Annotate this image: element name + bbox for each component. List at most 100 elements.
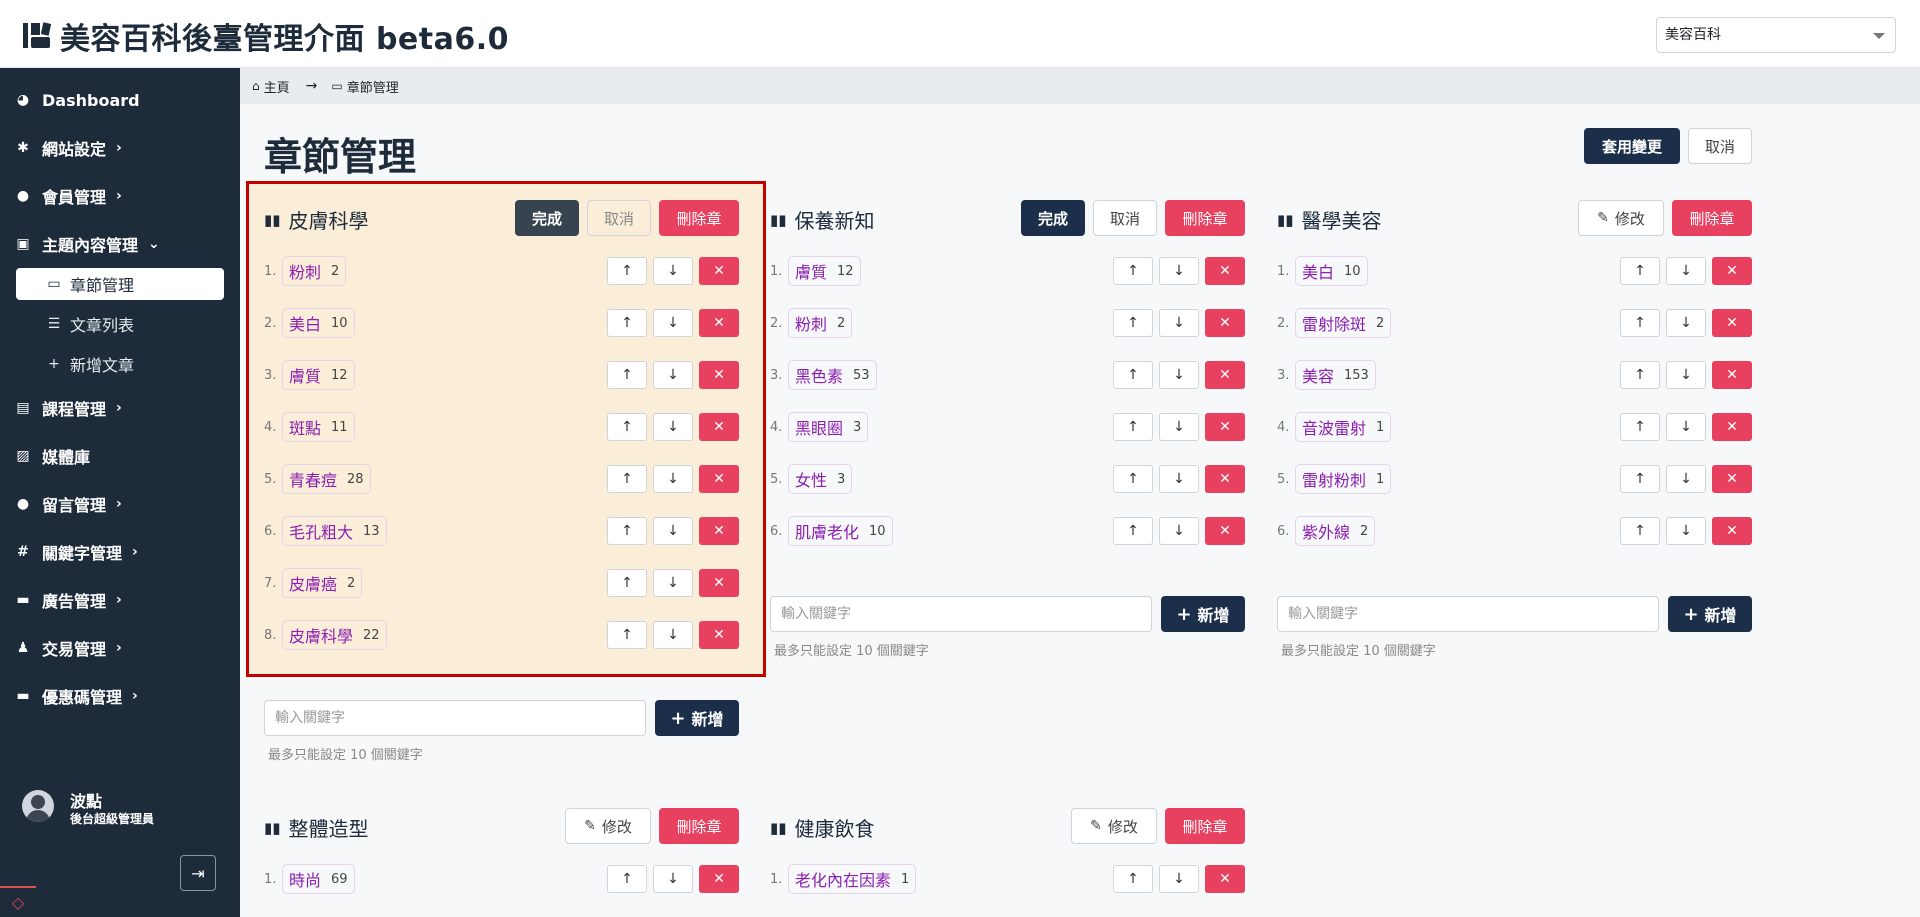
move-up-button[interactable]: ↑ (1620, 309, 1660, 337)
move-up-button[interactable]: ↑ (1620, 465, 1660, 493)
remove-keyword-button[interactable]: ✕ (1205, 865, 1245, 893)
move-down-button[interactable]: ↓ (1159, 257, 1199, 285)
keyword-tag[interactable]: 紫外線 2 (1295, 516, 1376, 546)
keyword-tag[interactable]: 皮膚癌 2 (282, 568, 363, 598)
move-up-button[interactable]: ↑ (607, 517, 647, 545)
sidebar-item-comments[interactable]: ● 留言管理 › (14, 489, 122, 519)
delete-chapter-button[interactable]: 刪除章 (659, 200, 739, 236)
edit-chapter-button[interactable]: ✎ 修改 (1071, 808, 1157, 844)
remove-keyword-button[interactable]: ✕ (699, 361, 739, 389)
remove-keyword-button[interactable]: ✕ (699, 257, 739, 285)
keyword-tag[interactable]: 美白 10 (282, 308, 355, 338)
keyword-tag[interactable]: 時尚 69 (282, 864, 355, 894)
move-down-button[interactable]: ↓ (1159, 413, 1199, 441)
keyword-tag[interactable]: 斑點 11 (282, 412, 355, 442)
cancel-changes-button[interactable]: 取消 (1688, 128, 1752, 164)
remove-keyword-button[interactable]: ✕ (1712, 309, 1752, 337)
move-up-button[interactable]: ↑ (607, 465, 647, 493)
remove-keyword-button[interactable]: ✕ (699, 621, 739, 649)
move-down-button[interactable]: ↓ (653, 621, 693, 649)
move-down-button[interactable]: ↓ (1159, 361, 1199, 389)
delete-chapter-button[interactable]: 刪除章 (1672, 200, 1752, 236)
keyword-tag[interactable]: 膚質 12 (788, 256, 861, 286)
move-down-button[interactable]: ↓ (653, 361, 693, 389)
cancel-button[interactable]: 取消 (587, 200, 651, 236)
keyword-tag[interactable]: 肌膚老化 10 (788, 516, 893, 546)
move-up-button[interactable]: ↑ (607, 309, 647, 337)
move-up-button[interactable]: ↑ (1620, 361, 1660, 389)
move-up-button[interactable]: ↑ (607, 361, 647, 389)
keyword-tag[interactable]: 音波雷射 1 (1295, 412, 1392, 442)
move-down-button[interactable]: ↓ (653, 865, 693, 893)
keyword-tag[interactable]: 皮膚科學 22 (282, 620, 387, 650)
sidebar-item-dashboard[interactable]: ◕ Dashboard (14, 85, 140, 115)
done-button[interactable]: 完成 (515, 200, 579, 236)
remove-keyword-button[interactable]: ✕ (1205, 517, 1245, 545)
move-up-button[interactable]: ↑ (1620, 517, 1660, 545)
sidebar-subitem-new-article[interactable]: + 新增文章 (16, 348, 224, 380)
cancel-button[interactable]: 取消 (1093, 200, 1157, 236)
remove-keyword-button[interactable]: ✕ (699, 413, 739, 441)
add-keyword-button[interactable]: + 新增 (655, 700, 739, 736)
remove-keyword-button[interactable]: ✕ (1205, 309, 1245, 337)
keyword-tag[interactable]: 美容 153 (1295, 360, 1376, 390)
delete-chapter-button[interactable]: 刪除章 (1165, 808, 1245, 844)
remove-keyword-button[interactable]: ✕ (1712, 413, 1752, 441)
keyword-input[interactable] (1277, 596, 1659, 632)
move-up-button[interactable]: ↑ (1620, 257, 1660, 285)
move-up-button[interactable]: ↑ (607, 257, 647, 285)
remove-keyword-button[interactable]: ✕ (1712, 465, 1752, 493)
move-down-button[interactable]: ↓ (653, 517, 693, 545)
logout-button[interactable]: ⇥ (180, 855, 216, 891)
move-up-button[interactable]: ↑ (1620, 413, 1660, 441)
move-up-button[interactable]: ↑ (607, 865, 647, 893)
remove-keyword-button[interactable]: ✕ (1712, 517, 1752, 545)
sidebar-item-courses[interactable]: ▤ 課程管理 › (14, 393, 121, 423)
move-up-button[interactable]: ↑ (1113, 413, 1153, 441)
remove-keyword-button[interactable]: ✕ (1205, 465, 1245, 493)
move-down-button[interactable]: ↓ (1159, 517, 1199, 545)
remove-keyword-button[interactable]: ✕ (1712, 361, 1752, 389)
move-down-button[interactable]: ↓ (1666, 361, 1706, 389)
move-up-button[interactable]: ↑ (607, 569, 647, 597)
move-down-button[interactable]: ↓ (1666, 257, 1706, 285)
delete-chapter-button[interactable]: 刪除章 (659, 808, 739, 844)
move-up-button[interactable]: ↑ (1113, 361, 1153, 389)
remove-keyword-button[interactable]: ✕ (699, 309, 739, 337)
remove-keyword-button[interactable]: ✕ (699, 517, 739, 545)
move-down-button[interactable]: ↓ (1159, 865, 1199, 893)
move-down-button[interactable]: ↓ (1159, 309, 1199, 337)
move-down-button[interactable]: ↓ (653, 309, 693, 337)
keyword-tag[interactable]: 老化內在因素 1 (788, 864, 917, 894)
move-up-button[interactable]: ↑ (607, 413, 647, 441)
keyword-input[interactable] (770, 596, 1152, 632)
remove-keyword-button[interactable]: ✕ (1712, 257, 1752, 285)
apply-changes-button[interactable]: 套用變更 (1584, 128, 1680, 164)
sidebar-subitem-chapters[interactable]: ▭ 章節管理 (16, 268, 224, 300)
add-keyword-button[interactable]: + 新增 (1161, 596, 1245, 632)
breadcrumb-home[interactable]: 主頁 (264, 77, 290, 96)
sidebar-item-transactions[interactable]: ♟ 交易管理 › (14, 633, 122, 663)
keyword-tag[interactable]: 美白 10 (1295, 256, 1368, 286)
move-down-button[interactable]: ↓ (653, 413, 693, 441)
move-down-button[interactable]: ↓ (1159, 465, 1199, 493)
sidebar-item-ads[interactable]: ▬ 廣告管理 › (14, 585, 121, 615)
move-up-button[interactable]: ↑ (1113, 309, 1153, 337)
keyword-tag[interactable]: 雷射粉刺 1 (1295, 464, 1392, 494)
move-down-button[interactable]: ↓ (653, 465, 693, 493)
keyword-tag[interactable]: 毛孔粗大 13 (282, 516, 387, 546)
keyword-tag[interactable]: 女性 3 (788, 464, 853, 494)
keyword-input[interactable] (264, 700, 646, 736)
sidebar-item-keywords[interactable]: # 關鍵字管理 › (14, 537, 138, 567)
sidebar-item-site-settings[interactable]: ✱ 網站設定 › (14, 133, 122, 163)
sidebar-item-members[interactable]: ● 會員管理 › (14, 181, 122, 211)
keyword-tag[interactable]: 青春痘 28 (282, 464, 371, 494)
keyword-tag[interactable]: 黑眼圈 3 (788, 412, 869, 442)
add-keyword-button[interactable]: + 新增 (1668, 596, 1752, 632)
site-selector[interactable]: 美容百科 (1656, 17, 1896, 53)
keyword-tag[interactable]: 粉刺 2 (282, 256, 347, 286)
edit-chapter-button[interactable]: ✎ 修改 (565, 808, 651, 844)
sidebar-subitem-article-list[interactable]: ☰ 文章列表 (16, 308, 224, 340)
done-button[interactable]: 完成 (1021, 200, 1085, 236)
move-down-button[interactable]: ↓ (653, 569, 693, 597)
